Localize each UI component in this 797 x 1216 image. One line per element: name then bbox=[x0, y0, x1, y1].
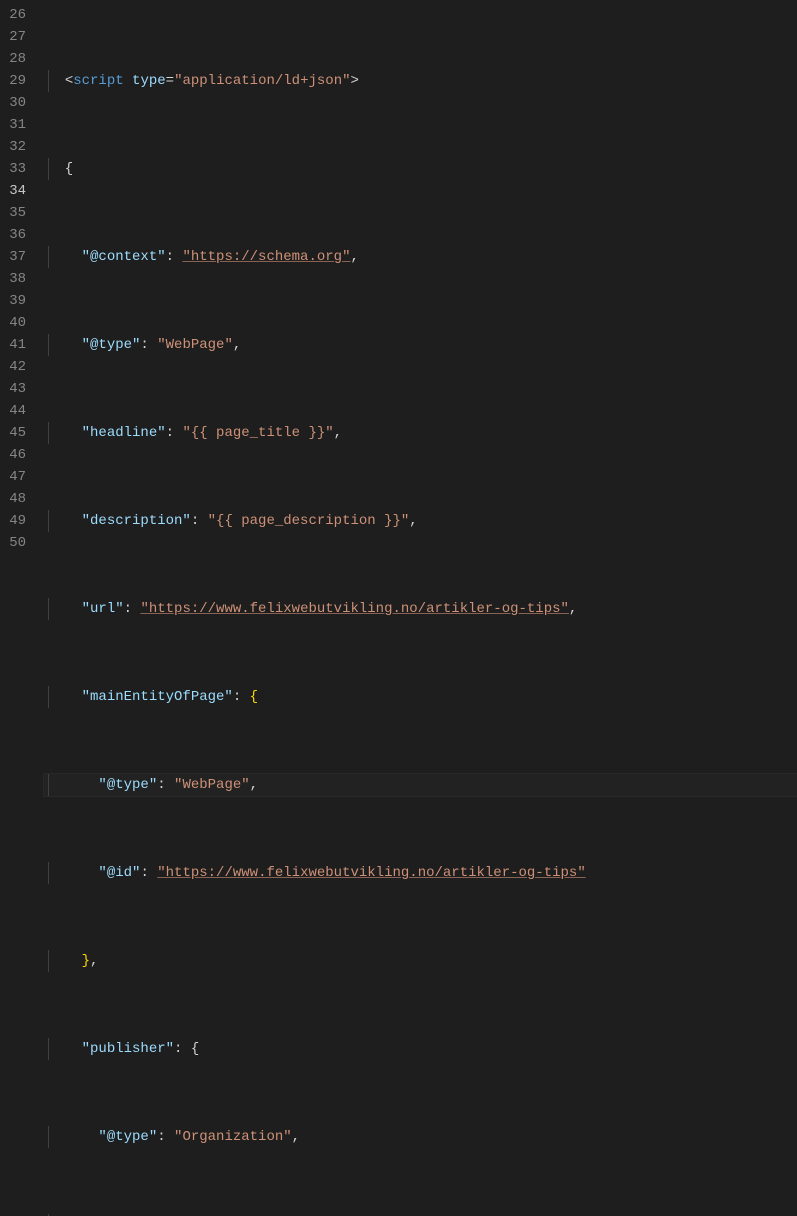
line-number: 28 bbox=[0, 48, 26, 70]
line-number-gutter: 2627282930313233343536373839404142434445… bbox=[0, 0, 44, 608]
json-key: "@id" bbox=[98, 865, 140, 881]
line-number: 40 bbox=[0, 312, 26, 334]
code-line: "headline": "{{ page_title }}", bbox=[44, 422, 797, 444]
json-key: "description" bbox=[82, 513, 191, 529]
line-number: 48 bbox=[0, 488, 26, 510]
tag-name: script bbox=[73, 73, 123, 89]
code-line: "@type": "WebPage", bbox=[44, 334, 797, 356]
line-number: 35 bbox=[0, 202, 26, 224]
code-line: "@id": "https://www.felixwebutvikling.no… bbox=[44, 862, 797, 884]
json-url-value[interactable]: "https://www.felixwebutvikling.no/artikl… bbox=[140, 601, 568, 617]
code-line: <script type="application/ld+json"> bbox=[44, 70, 797, 92]
json-url-value[interactable]: "https://schema.org" bbox=[182, 249, 350, 265]
line-number: 43 bbox=[0, 378, 26, 400]
json-value: "WebPage" bbox=[157, 337, 233, 353]
json-key: "@type" bbox=[98, 777, 157, 793]
json-key: "headline" bbox=[82, 425, 166, 441]
json-key: "mainEntityOfPage" bbox=[82, 689, 233, 705]
line-number: 44 bbox=[0, 400, 26, 422]
line-number: 33 bbox=[0, 158, 26, 180]
matched-bracket-icon: { bbox=[250, 689, 258, 705]
json-value: "WebPage" bbox=[174, 777, 250, 793]
code-line: "@type": "Organization", bbox=[44, 1126, 797, 1148]
line-number: 26 bbox=[0, 4, 26, 26]
line-number: 42 bbox=[0, 356, 26, 378]
json-url-value[interactable]: "https://www.felixwebutvikling.no/artikl… bbox=[157, 865, 585, 881]
attr-name: type bbox=[132, 73, 166, 89]
matched-bracket-icon: } bbox=[82, 953, 90, 969]
line-number: 39 bbox=[0, 290, 26, 312]
code-editor[interactable]: 2627282930313233343536373839404142434445… bbox=[0, 0, 797, 608]
json-value: "{{ page_title }}" bbox=[182, 425, 333, 441]
line-number: 49 bbox=[0, 510, 26, 532]
json-key: "@context" bbox=[82, 249, 166, 265]
line-number: 32 bbox=[0, 136, 26, 158]
line-number: 41 bbox=[0, 334, 26, 356]
line-number: 36 bbox=[0, 224, 26, 246]
code-line: "@context": "https://schema.org", bbox=[44, 246, 797, 268]
line-number: 27 bbox=[0, 26, 26, 48]
json-key: "@type" bbox=[82, 337, 141, 353]
line-number: 45 bbox=[0, 422, 26, 444]
line-number: 37 bbox=[0, 246, 26, 268]
code-line: "name": "Felix Webutvikling", bbox=[44, 1214, 797, 1216]
json-value: "Organization" bbox=[174, 1129, 292, 1145]
code-line: }, bbox=[44, 950, 797, 972]
line-number: 31 bbox=[0, 114, 26, 136]
code-line: "mainEntityOfPage": { bbox=[44, 686, 797, 708]
line-number: 47 bbox=[0, 466, 26, 488]
code-line: "description": "{{ page_description }}", bbox=[44, 510, 797, 532]
line-number: 46 bbox=[0, 444, 26, 466]
line-number: 50 bbox=[0, 532, 26, 554]
minimap[interactable] bbox=[789, 0, 797, 608]
json-key: "publisher" bbox=[82, 1041, 174, 1057]
code-line: "url": "https://www.felixwebutvikling.no… bbox=[44, 598, 797, 620]
json-key: "@type" bbox=[98, 1129, 157, 1145]
code-line: "publisher": { bbox=[44, 1038, 797, 1060]
json-value: "{{ page_description }}" bbox=[208, 513, 410, 529]
json-key: "url" bbox=[82, 601, 124, 617]
code-line: { bbox=[44, 158, 797, 180]
attr-value: "application/ld+json" bbox=[174, 73, 350, 89]
line-number: 29 bbox=[0, 70, 26, 92]
code-area[interactable]: <script type="application/ld+json"> { "@… bbox=[44, 0, 797, 608]
line-number: 38 bbox=[0, 268, 26, 290]
angle-open: < bbox=[65, 73, 73, 89]
line-number: 30 bbox=[0, 92, 26, 114]
line-number: 34 bbox=[0, 180, 26, 202]
code-line-active: "@type": "WebPage", bbox=[44, 774, 797, 796]
